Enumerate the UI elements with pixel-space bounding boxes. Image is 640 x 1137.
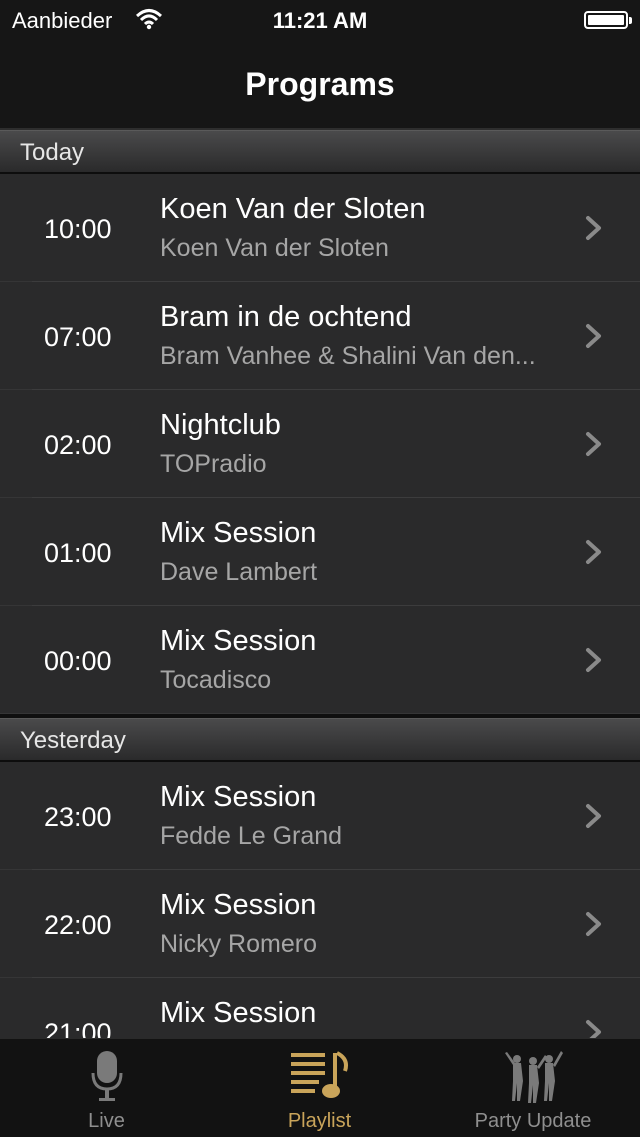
program-title: Mix Session [160,517,317,549]
navigation-bar: Programs [0,40,640,130]
tab-party-update[interactable]: Party Update [426,1039,640,1137]
program-title: Mix Session [160,781,317,813]
chevron-right-icon [586,804,601,828]
tab-label-party-update: Party Update [474,1110,592,1132]
chevron-right-icon [586,540,601,564]
program-time: 00:00 [44,646,112,676]
program-time: 10:00 [44,214,112,244]
program-host: Fedde Le Grand [160,822,343,850]
program-row[interactable]: 02:00 Nightclub TOPradio [0,390,640,498]
program-row[interactable]: 10:00 Koen Van der Sloten Koen Van der S… [0,174,640,282]
battery-icon [584,11,632,29]
tab-label-live: Live [88,1110,125,1132]
dancing-people-icon [505,1051,563,1103]
program-host: TOPradio [160,450,267,478]
program-title: Nightclub [160,409,281,441]
status-time: 11:21 AM [272,8,368,33]
program-row[interactable]: 23:00 Mix Session Fedde Le Grand [0,762,640,870]
tab-playlist[interactable]: Playlist [213,1039,426,1137]
tab-bar: Live Playlist Party Update [0,1038,640,1137]
program-host: Koen Van der Sloten [160,234,389,262]
program-row[interactable]: 22:00 Mix Session Nicky Romero [0,870,640,978]
program-host: Dave Lambert [160,558,318,586]
program-time: 02:00 [44,430,112,460]
page-title: Programs [245,66,395,102]
program-time: 21:00 [44,1018,112,1038]
program-title: Mix Session [160,889,317,921]
chevron-right-icon [586,216,601,240]
playlist-music-note-icon [290,1051,348,1098]
program-time: 22:00 [44,910,112,940]
program-host: Nicky Romero [160,930,317,958]
section-header-yesterday: Yesterday [0,718,640,762]
section-header-today: Today [0,130,640,174]
program-time: 23:00 [44,802,112,832]
program-host: Tocadisco [160,666,272,694]
program-row[interactable]: 00:00 Mix Session Tocadisco [0,606,640,714]
tab-label-playlist: Playlist [287,1110,352,1132]
program-title: Mix Session [160,625,317,657]
programs-list[interactable]: Today 10:00 Koen Van der Sloten Koen Van… [0,130,640,1038]
program-title: Koen Van der Sloten [160,193,426,225]
program-host: Bram Vanhee & Shalini Van den... [160,342,536,370]
tab-live[interactable]: Live [0,1039,213,1137]
chevron-right-icon [586,432,601,456]
microphone-icon [91,1051,122,1101]
program-row[interactable]: 21:00 Mix Session [0,978,640,1038]
program-time: 07:00 [44,322,112,352]
chevron-right-icon [586,912,601,936]
chevron-right-icon [586,324,601,348]
chevron-right-icon [586,1020,601,1038]
program-time: 01:00 [44,538,112,568]
program-row[interactable]: 01:00 Mix Session Dave Lambert [0,498,640,606]
program-title: Mix Session [160,997,317,1029]
status-bar: Aanbieder 11:21 AM [0,0,640,40]
program-row[interactable]: 07:00 Bram in de ochtend Bram Vanhee & S… [0,282,640,390]
program-title: Bram in de ochtend [160,301,412,333]
chevron-right-icon [586,648,601,672]
